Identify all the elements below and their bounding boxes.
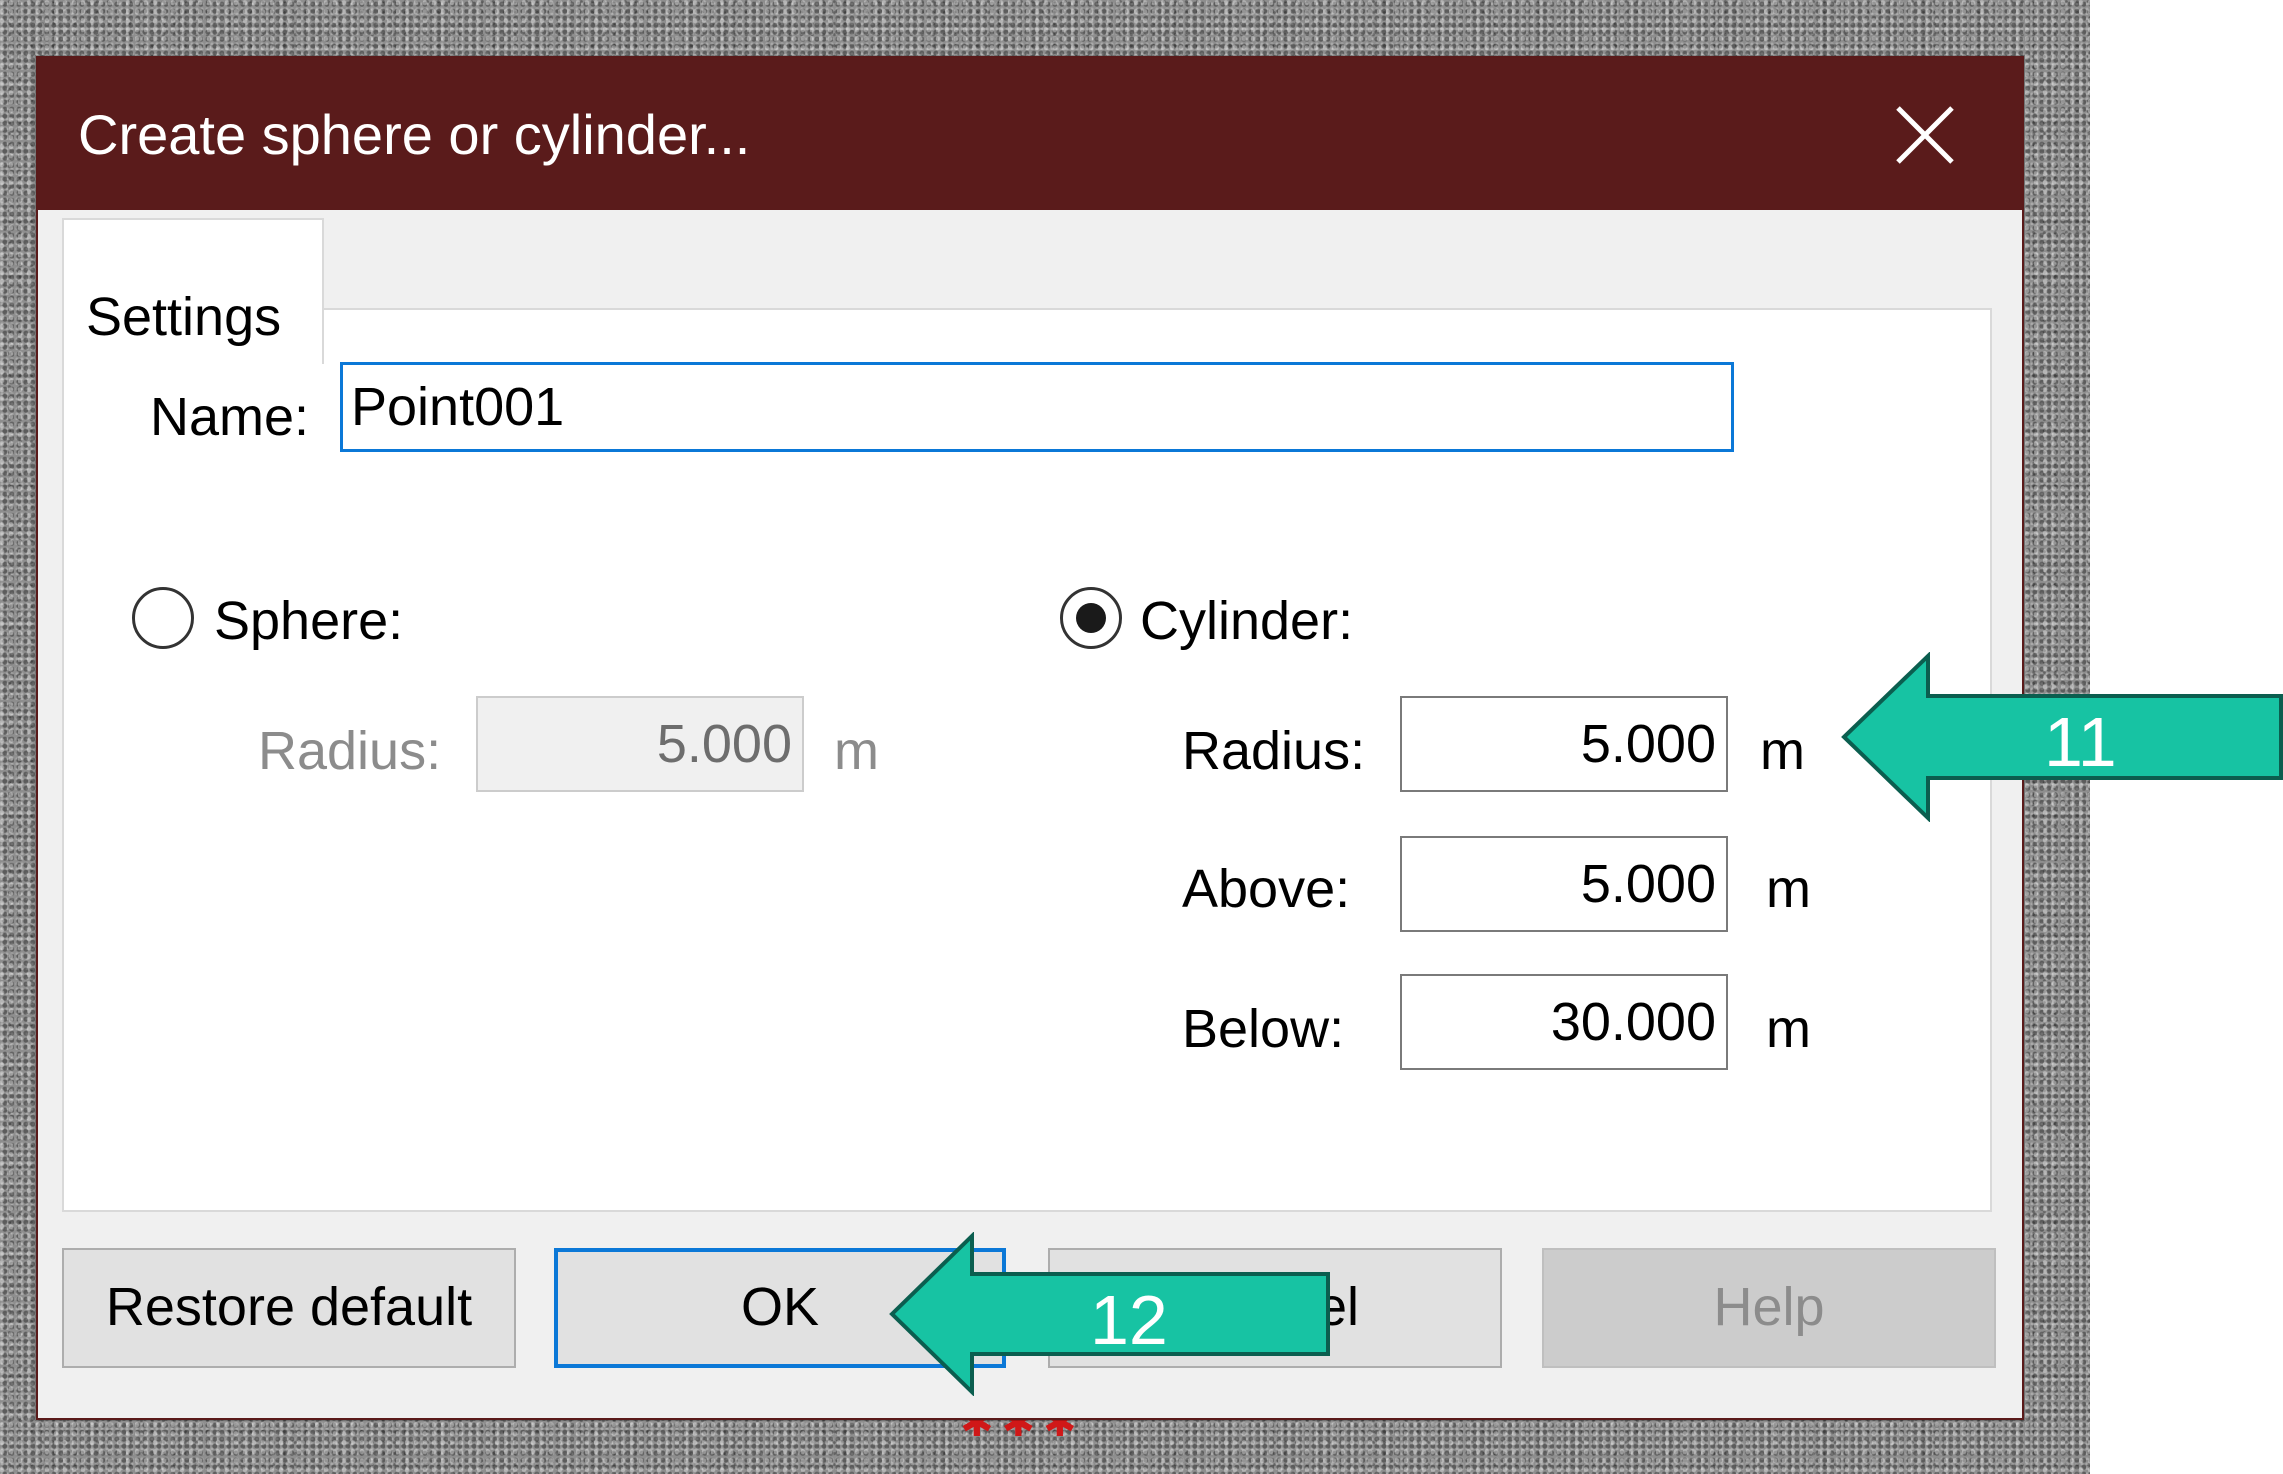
close-button[interactable] bbox=[1888, 98, 1962, 172]
window-title: Create sphere or cylinder... bbox=[78, 103, 751, 166]
cylinder-below-input[interactable] bbox=[1400, 974, 1728, 1070]
restore-default-button[interactable]: Restore default bbox=[62, 1248, 516, 1368]
cylinder-radio[interactable] bbox=[1060, 587, 1122, 649]
name-input[interactable] bbox=[340, 362, 1734, 452]
cylinder-above-label: Above: bbox=[1182, 859, 1351, 919]
tab-settings-label: Settings bbox=[86, 287, 282, 347]
close-icon bbox=[1896, 106, 1954, 164]
radio-selected-dot bbox=[1076, 603, 1106, 633]
cylinder-below-unit: m bbox=[1766, 999, 1811, 1059]
cylinder-below-label: Below: bbox=[1182, 999, 1345, 1059]
tab-settings[interactable]: Settings bbox=[62, 218, 324, 364]
cylinder-above-unit: m bbox=[1766, 859, 1811, 919]
sphere-radius-unit: m bbox=[834, 721, 879, 781]
screenshot-stage: ✱✱✱ Create sphere or cylinder... Setting… bbox=[0, 0, 2283, 1474]
cylinder-radius-input[interactable] bbox=[1400, 696, 1728, 792]
cylinder-above-input[interactable] bbox=[1400, 836, 1728, 932]
sphere-label[interactable]: Sphere: bbox=[214, 590, 403, 652]
sphere-radius-label: Radius: bbox=[258, 721, 442, 781]
annotation-label-12: 12 bbox=[1090, 1281, 1168, 1359]
cylinder-label[interactable]: Cylinder: bbox=[1140, 590, 1353, 652]
sphere-radius-input[interactable] bbox=[476, 696, 804, 792]
help-button[interactable]: Help bbox=[1542, 1248, 1996, 1368]
name-label: Name: bbox=[150, 387, 310, 447]
cylinder-radius-unit: m bbox=[1760, 721, 1805, 781]
title-bar[interactable]: Create sphere or cylinder... bbox=[38, 58, 2022, 210]
cylinder-radius-label: Radius: bbox=[1182, 721, 1366, 781]
annotation-label-11: 11 bbox=[2044, 703, 2117, 781]
sphere-radio[interactable] bbox=[132, 587, 194, 649]
